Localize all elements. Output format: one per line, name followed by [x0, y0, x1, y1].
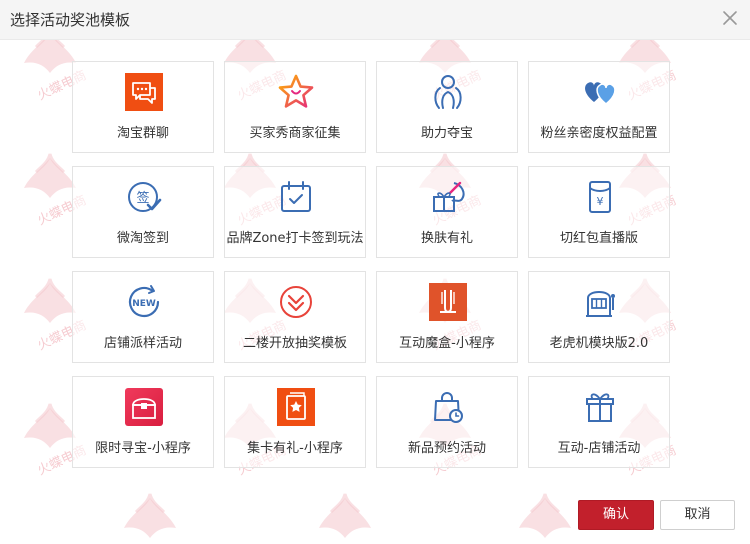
template-card-card-collect[interactable]: 集卡有礼-小程序: [224, 376, 366, 468]
template-card-buyer-show[interactable]: 买家秀商家征集: [224, 61, 366, 153]
template-card-treasure[interactable]: 限时寻宝-小程序: [72, 376, 214, 468]
gift-box-icon: [586, 393, 614, 422]
template-card-shop-activity[interactable]: 互动-店铺活动: [528, 376, 670, 468]
template-label: 限时寻宝-小程序: [95, 441, 191, 456]
svg-text:¥: ¥: [597, 195, 604, 208]
dialog-header: 选择活动奖池模板: [0, 0, 750, 40]
template-label: 互动魔盒-小程序: [399, 336, 495, 351]
slot-machine-icon: [586, 291, 615, 317]
template-card-magic-box[interactable]: 互动魔盒-小程序: [376, 271, 518, 363]
close-icon[interactable]: [718, 6, 742, 30]
template-label: 集卡有礼-小程序: [247, 441, 343, 456]
template-card-group-chat[interactable]: 淘宝群聊: [72, 61, 214, 153]
cancel-button[interactable]: 取消: [660, 500, 735, 530]
template-label: 店铺派样活动: [103, 336, 182, 351]
group-chat-icon: [125, 73, 163, 111]
template-card-checkin[interactable]: 签 微淘签到: [72, 166, 214, 258]
template-label: 切红包直播版: [559, 231, 638, 246]
template-card-fan-intimacy[interactable]: 粉丝亲密度权益配置: [528, 61, 670, 153]
template-card-brand-zone[interactable]: 品牌Zone打卡签到玩法: [224, 166, 366, 258]
template-label: 粉丝亲密度权益配置: [540, 126, 658, 141]
template-label: 助力夺宝: [420, 126, 473, 141]
confirm-button[interactable]: 确认: [578, 500, 654, 530]
star-show-icon: [278, 74, 314, 108]
template-label: 互动-店铺活动: [557, 441, 641, 456]
red-envelope-icon: ¥: [589, 181, 611, 213]
template-label: 品牌Zone打卡签到玩法: [226, 231, 364, 246]
template-label: 买家秀商家征集: [249, 126, 341, 141]
template-label: 淘宝群聊: [116, 126, 169, 141]
template-label: 微淘签到: [116, 231, 169, 246]
template-card-second-floor[interactable]: 二楼开放抽奖模板: [224, 271, 366, 363]
template-label: 换肤有礼: [420, 231, 473, 246]
palette-gift-icon: [433, 181, 465, 212]
hearts-icon: [585, 82, 616, 105]
template-dialog: 选择活动奖池模板 火蝶电商 火蝶电商 火蝶电商 火蝶电商 火蝶电商 火蝶电商 火…: [0, 0, 750, 544]
treasure-chest-icon: [125, 388, 163, 426]
svg-text:NEW: NEW: [132, 299, 156, 309]
template-card-new-product[interactable]: 新品预约活动: [376, 376, 518, 468]
template-label: 二楼开放抽奖模板: [242, 336, 347, 351]
double-chevron-down-icon: [280, 286, 312, 318]
template-grid: 淘宝群聊 买家秀商家征集 助力夺宝 粉丝亲密度权益配置 签 微淘签到 品牌Zon…: [72, 61, 676, 471]
new-badge-icon: NEW: [128, 285, 160, 318]
magic-box-icon: [429, 283, 467, 321]
svg-text:签: 签: [136, 190, 149, 206]
dialog-title: 选择活动奖池模板: [10, 11, 131, 29]
template-card-skin-gift[interactable]: 换肤有礼: [376, 166, 518, 258]
calendar-check-icon: [281, 181, 311, 212]
template-label: 新品预约活动: [407, 441, 486, 456]
people-assist-icon: [434, 75, 462, 109]
template-label: 老虎机模块版2.0: [549, 336, 649, 351]
template-card-shop-sample[interactable]: NEW 店铺派样活动: [72, 271, 214, 363]
checkin-icon: 签: [128, 182, 162, 212]
bag-clock-icon: [434, 392, 463, 423]
template-card-red-envelope[interactable]: ¥ 切红包直播版: [528, 166, 670, 258]
template-card-slot-machine[interactable]: 老虎机模块版2.0: [528, 271, 670, 363]
card-collect-icon: [277, 388, 315, 426]
template-card-assist[interactable]: 助力夺宝: [376, 61, 518, 153]
